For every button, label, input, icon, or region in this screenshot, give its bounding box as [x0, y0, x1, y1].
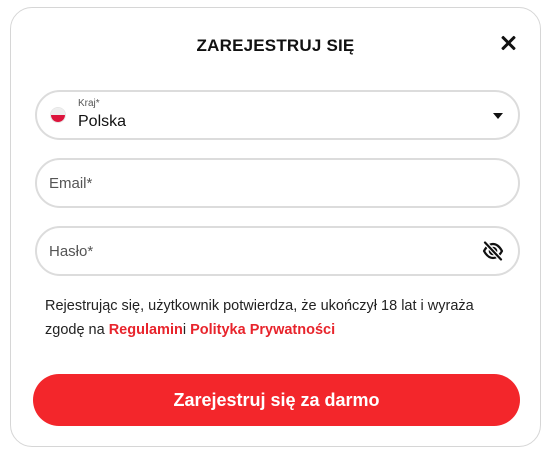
- close-icon[interactable]: [497, 32, 519, 54]
- password-placeholder: Hasło*: [49, 243, 94, 260]
- country-select[interactable]: Kraj* Polska: [35, 90, 520, 140]
- regulamin-link[interactable]: Regulamin: [109, 322, 183, 338]
- caret-down-icon[interactable]: [493, 113, 503, 119]
- register-button[interactable]: Zarejestruj się za darmo: [33, 374, 520, 426]
- modal-title: ZAREJESTRUJ SIĘ: [196, 36, 355, 55]
- country-label: Kraj*: [78, 98, 100, 109]
- country-value: Polska: [78, 113, 127, 130]
- email-placeholder: Email*: [49, 175, 93, 192]
- privacy-policy-link[interactable]: Polityka Prywatności: [190, 322, 335, 338]
- email-field[interactable]: Email*: [35, 158, 520, 208]
- password-field[interactable]: Hasło*: [35, 226, 520, 276]
- terms-conjunction: i: [182, 322, 191, 338]
- poland-flag-icon: [51, 108, 65, 122]
- registration-modal: ZAREJESTRUJ SIĘ Kraj* Polska Email* Hasł…: [10, 7, 541, 447]
- eye-slash-icon[interactable]: [482, 240, 504, 262]
- terms-text: Rejestrując się, użytkownik potwierdza, …: [45, 294, 515, 342]
